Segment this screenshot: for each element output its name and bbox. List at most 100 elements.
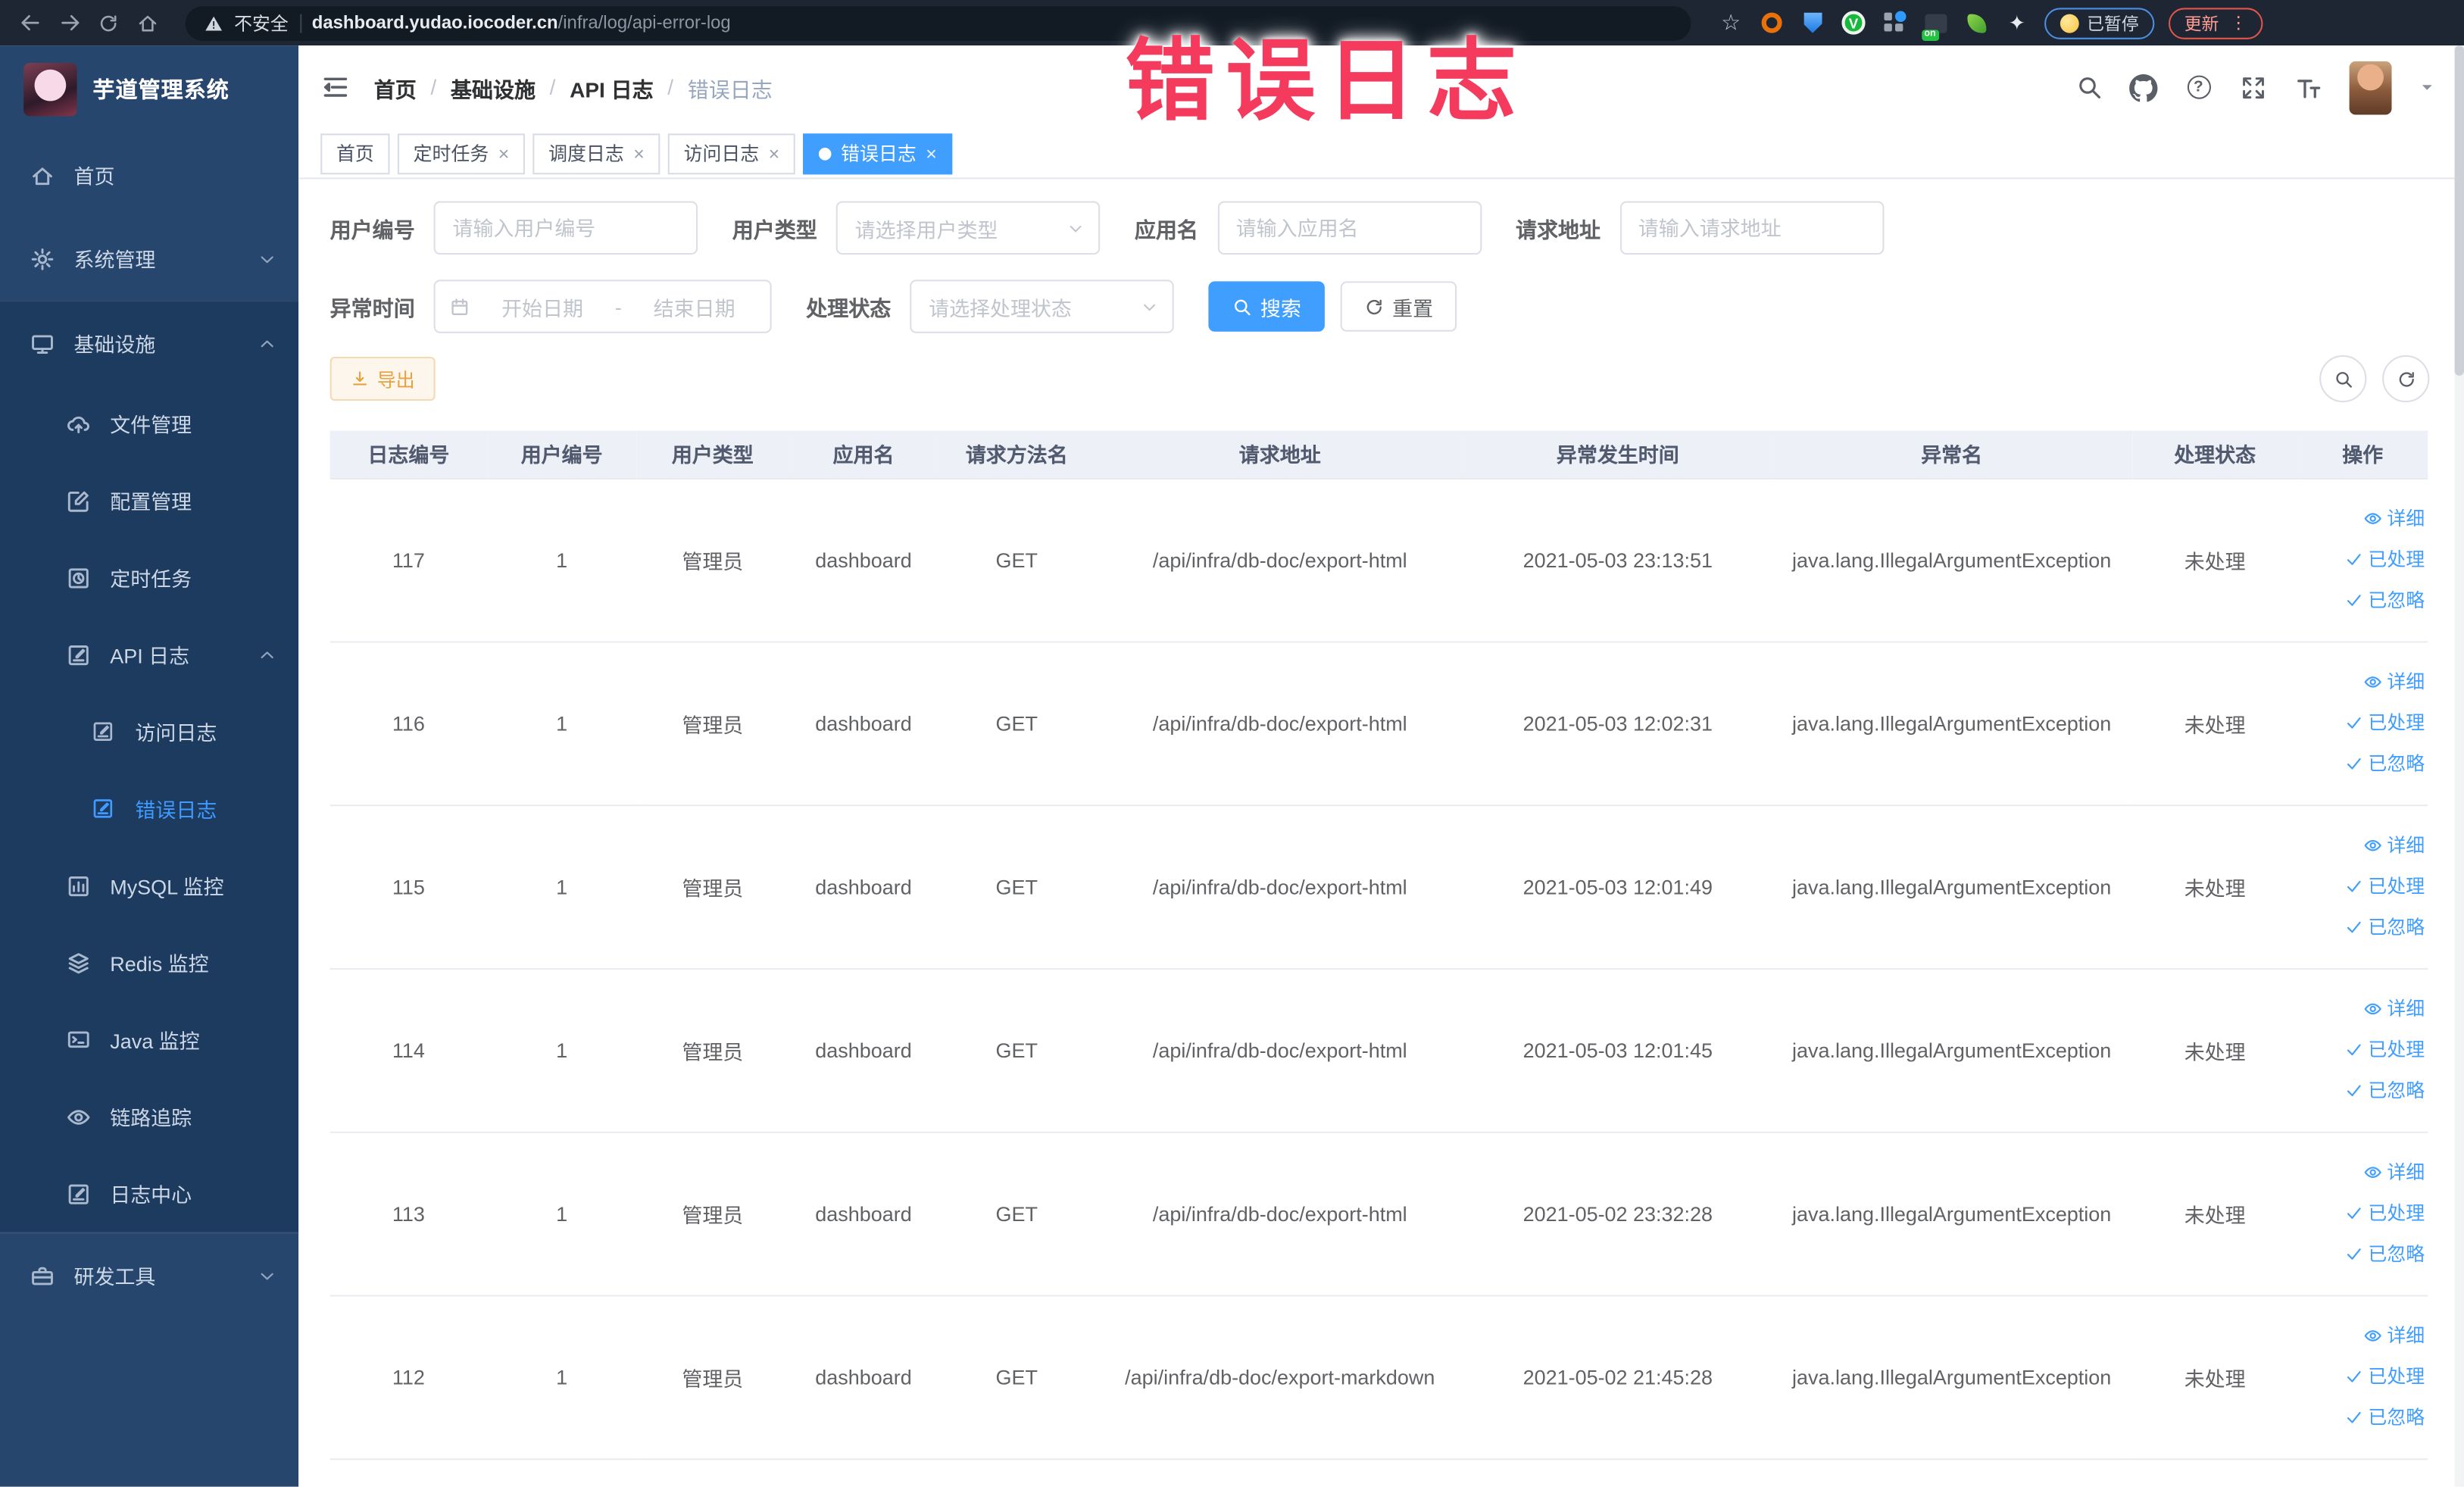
update-button[interactable]: 更新 ⋮ bbox=[2168, 7, 2263, 39]
close-icon[interactable]: × bbox=[633, 142, 645, 164]
edit-doc-icon bbox=[91, 720, 116, 743]
sidebar-item-api-logs[interactable]: API 日志 bbox=[0, 616, 298, 693]
close-icon[interactable]: × bbox=[769, 142, 780, 164]
sidebar-fold-icon[interactable] bbox=[320, 72, 351, 102]
export-button[interactable]: 导出 bbox=[329, 356, 436, 401]
processed-link[interactable]: 已处理 bbox=[2297, 1356, 2425, 1397]
sidebar-item-java-monitor[interactable]: Java 监控 bbox=[0, 1001, 298, 1079]
sidebar-item-tracing[interactable]: 链路追踪 bbox=[0, 1078, 298, 1155]
extension-shield-icon[interactable] bbox=[1799, 9, 1825, 36]
user-avatar[interactable] bbox=[2349, 60, 2392, 114]
avatar-caret-icon[interactable] bbox=[2419, 79, 2436, 96]
table-row: 115 1 管理员 dashboard GET /api/infra/db-do… bbox=[329, 804, 2428, 970]
app-name-input[interactable] bbox=[1216, 201, 1482, 255]
tab-access-logs[interactable]: 访问日志 × bbox=[667, 133, 795, 174]
font-size-icon[interactable] bbox=[2294, 73, 2322, 101]
detail-link[interactable]: 详细 bbox=[2297, 825, 2425, 866]
sidebar-item-redis-monitor[interactable]: Redis 监控 bbox=[0, 924, 298, 1001]
request-url-input[interactable] bbox=[1619, 201, 1884, 255]
topbar: 首页 / 基础设施 / API 日志 / 错误日志 ? bbox=[298, 45, 2464, 130]
reload-icon[interactable] bbox=[94, 8, 122, 36]
extension-v-icon[interactable]: V bbox=[1840, 9, 1866, 36]
security-warning-icon[interactable] bbox=[205, 14, 223, 33]
processed-link[interactable]: 已处理 bbox=[2297, 539, 2425, 580]
sidebar-item-system-mgmt[interactable]: 系统管理 bbox=[0, 217, 298, 300]
detail-link[interactable]: 详细 bbox=[2297, 1315, 2425, 1356]
user-id-input[interactable] bbox=[433, 201, 698, 255]
processed-link[interactable]: 已处理 bbox=[2297, 1193, 2425, 1234]
extension-leaf-icon[interactable] bbox=[1963, 9, 1989, 36]
hide-search-button[interactable] bbox=[2319, 355, 2367, 403]
detail-link[interactable]: 详细 bbox=[2297, 498, 2425, 539]
ignored-link[interactable]: 已忽略 bbox=[2297, 1397, 2425, 1438]
breadcrumb-infrastructure[interactable]: 基础设施 bbox=[451, 71, 536, 102]
refresh-table-button[interactable] bbox=[2382, 355, 2430, 403]
home-icon[interactable] bbox=[133, 8, 161, 36]
page-url[interactable]: dashboard.yudao.iocoder.cn/infra/log/api… bbox=[312, 14, 731, 33]
extension-orange-icon[interactable] bbox=[1758, 9, 1785, 36]
scrollbar-thumb[interactable] bbox=[2454, 45, 2464, 376]
ignored-link[interactable]: 已忽略 bbox=[2297, 907, 2425, 948]
github-icon[interactable] bbox=[2129, 73, 2158, 102]
ignored-link[interactable]: 已忽略 bbox=[2297, 1234, 2425, 1275]
chevron-down-icon bbox=[1144, 303, 1156, 311]
fullscreen-icon[interactable] bbox=[2239, 73, 2267, 101]
close-icon[interactable]: × bbox=[926, 142, 937, 164]
cell-app-name: dashboard bbox=[789, 1131, 938, 1296]
ignored-link[interactable]: 已忽略 bbox=[2297, 743, 2425, 784]
tab-scheduled-tasks[interactable]: 定时任务 × bbox=[397, 133, 526, 174]
date-range-picker[interactable]: 开始日期 - 结束日期 bbox=[433, 280, 772, 333]
address-bar[interactable]: 不安全 dashboard.yudao.iocoder.cn/infra/log… bbox=[185, 5, 1691, 40]
processed-link[interactable]: 已处理 bbox=[2297, 702, 2425, 743]
kebab-menu-icon[interactable]: ⋮ bbox=[2230, 13, 2247, 33]
extension-grid-icon[interactable] bbox=[1881, 9, 1907, 36]
paused-badge[interactable]: 已暂停 bbox=[2044, 7, 2155, 39]
col-process-status: 处理状态 bbox=[2132, 430, 2298, 479]
help-icon[interactable]: ? bbox=[2184, 73, 2213, 101]
forward-icon[interactable] bbox=[55, 8, 83, 36]
ignored-link[interactable]: 已忽略 bbox=[2297, 580, 2425, 621]
sidebar-item-log-center[interactable]: 日志中心 bbox=[0, 1155, 298, 1232]
detail-link[interactable]: 详细 bbox=[2297, 661, 2425, 702]
ignored-link[interactable]: 已忽略 bbox=[2297, 1070, 2425, 1111]
reset-button[interactable]: 重置 bbox=[1340, 281, 1457, 332]
breadcrumb-home[interactable]: 首页 bbox=[374, 71, 417, 102]
tab-dispatch-logs[interactable]: 调度日志 × bbox=[532, 133, 661, 174]
cell-app-name: dashboard bbox=[789, 477, 938, 642]
edit-doc-icon bbox=[66, 1181, 91, 1206]
screen: 不安全 dashboard.yudao.iocoder.cn/infra/log… bbox=[0, 0, 2464, 1487]
emoji-face-icon bbox=[2060, 13, 2079, 33]
bookmark-star-icon[interactable]: ☆ bbox=[1718, 9, 1744, 36]
sidebar-item-dev-tools[interactable]: 研发工具 bbox=[0, 1234, 298, 1317]
back-icon[interactable] bbox=[16, 8, 44, 36]
user-type-select[interactable]: 请选择用户类型 bbox=[835, 201, 1101, 255]
sidebar-item-scheduled-tasks[interactable]: 定时任务 bbox=[0, 539, 298, 617]
search-icon[interactable] bbox=[2074, 73, 2102, 101]
tab-home[interactable]: 首页 bbox=[320, 133, 390, 174]
tab-error-logs[interactable]: 错误日志 × bbox=[803, 133, 953, 174]
process-status-select[interactable]: 请选择处理状态 bbox=[910, 280, 1174, 333]
security-label[interactable]: 不安全 bbox=[234, 10, 289, 35]
close-icon[interactable]: × bbox=[498, 142, 510, 164]
breadcrumb-api-logs[interactable]: API 日志 bbox=[570, 71, 654, 102]
processed-link[interactable]: 已处理 bbox=[2297, 866, 2425, 907]
extension-on-icon[interactable]: on bbox=[1921, 9, 1948, 40]
detail-link[interactable]: 详细 bbox=[2297, 1152, 2425, 1193]
detail-link[interactable]: 详细 bbox=[2297, 989, 2425, 1029]
search-button[interactable]: 搜索 bbox=[1208, 281, 1325, 332]
extensions-menu-icon[interactable]: ✦ bbox=[2003, 9, 2030, 36]
cell-log-id: 113 bbox=[329, 1131, 488, 1296]
sidebar-item-access-logs[interactable]: 访问日志 bbox=[0, 693, 298, 770]
sidebar-item-infrastructure[interactable]: 基础设施 bbox=[0, 301, 298, 385]
processed-link[interactable]: 已处理 bbox=[2297, 1029, 2425, 1070]
table-row: 116 1 管理员 dashboard GET /api/infra/db-do… bbox=[329, 641, 2428, 806]
sidebar-item-error-logs[interactable]: 错误日志 bbox=[0, 770, 298, 848]
check-icon bbox=[2347, 1248, 2361, 1260]
sidebar-item-file-mgmt[interactable]: 文件管理 bbox=[0, 385, 298, 462]
app-logo[interactable]: 芋道管理系统 bbox=[0, 45, 298, 133]
sidebar-item-home[interactable]: 首页 bbox=[0, 133, 298, 217]
sidebar-item-config-mgmt[interactable]: 配置管理 bbox=[0, 462, 298, 539]
sidebar-item-mysql-monitor[interactable]: MySQL 监控 bbox=[0, 847, 298, 924]
col-user-type: 用户类型 bbox=[636, 430, 789, 479]
scrollbar[interactable] bbox=[2454, 45, 2464, 1487]
